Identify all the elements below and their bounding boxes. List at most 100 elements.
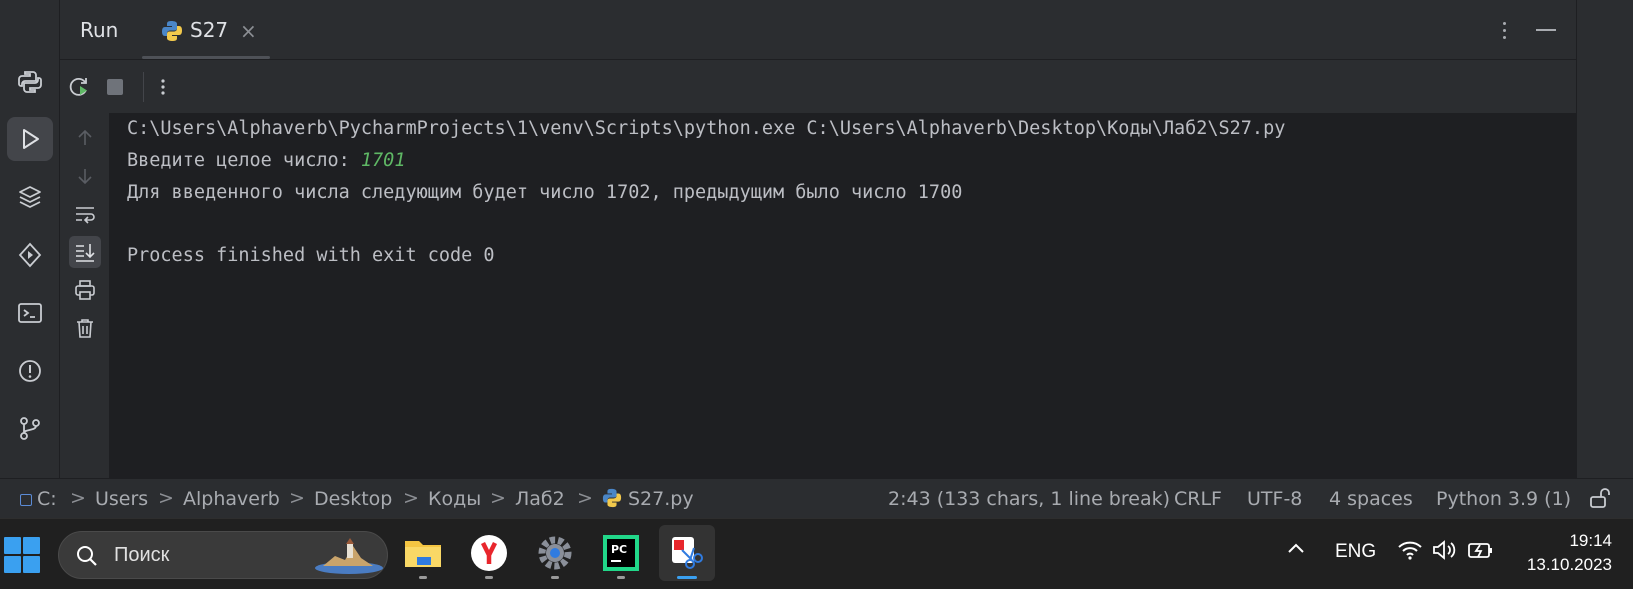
breadcrumb-alphaverb[interactable]: Alphaverb xyxy=(183,488,280,510)
windows-start-icon[interactable] xyxy=(4,537,40,573)
volume-icon[interactable] xyxy=(1432,539,1456,567)
taskbar-file-explorer[interactable] xyxy=(395,525,451,581)
clear-all-button[interactable] xyxy=(69,312,101,344)
run-tool-header: Run S27 × xyxy=(60,0,1576,60)
running-indicator xyxy=(551,576,559,579)
stop-icon xyxy=(107,79,123,95)
tab-label: S27 xyxy=(190,18,229,42)
running-indicator xyxy=(419,576,427,579)
tab-close-icon[interactable]: × xyxy=(240,19,257,43)
arrow-up-icon xyxy=(78,129,92,145)
python-file-icon xyxy=(602,488,622,508)
chevron-right-icon: > xyxy=(490,487,506,509)
show-hidden-icons-chevron-up-icon[interactable] xyxy=(1286,539,1306,565)
breadcrumb-file[interactable]: S27.py xyxy=(602,488,694,510)
line-separator[interactable]: CRLF xyxy=(1174,488,1222,510)
taskbar-pycharm[interactable]: PC xyxy=(593,525,649,581)
running-indicator xyxy=(677,576,697,579)
arrow-down-icon xyxy=(78,169,92,185)
scroll-down-button[interactable] xyxy=(69,160,101,192)
terminal-tool-button[interactable] xyxy=(7,291,53,335)
lock-icon[interactable] xyxy=(1589,487,1613,514)
trash-icon xyxy=(77,319,93,338)
breadcrumb-users[interactable]: Users xyxy=(95,488,148,510)
command-line: C:\Users\Alphaverb\PycharmProjects\1\ven… xyxy=(127,118,1286,139)
scroll-up-button[interactable] xyxy=(69,122,101,154)
breadcrumb-drive[interactable]: C: xyxy=(20,488,57,510)
search-icon xyxy=(77,546,97,566)
battery-charging-icon[interactable] xyxy=(1467,539,1495,567)
chevron-right-icon: > xyxy=(289,487,305,509)
input-prompt-line: Введите целое число: 1701 xyxy=(127,150,405,171)
breadcrumb-desktop[interactable]: Desktop xyxy=(314,488,392,510)
tool-window-strip xyxy=(0,0,60,478)
terminal-icon xyxy=(18,303,42,323)
chevron-right-icon: > xyxy=(70,487,86,509)
output-line: Для введенного числа следующим будет чис… xyxy=(127,182,963,203)
more-vertical-icon xyxy=(161,79,165,95)
services-tool-button[interactable] xyxy=(7,233,53,277)
breadcrumb-lab2[interactable]: Лаб2 xyxy=(515,488,565,510)
tab-underline xyxy=(142,56,270,59)
indent-setting[interactable]: 4 spaces xyxy=(1329,488,1413,510)
taskbar-yandex-browser[interactable] xyxy=(461,525,517,581)
right-tool-strip xyxy=(1576,0,1633,478)
running-indicator xyxy=(617,576,625,579)
printer-icon xyxy=(75,280,95,300)
taskbar-snipping-tool[interactable] xyxy=(659,525,715,581)
folder-icon xyxy=(405,541,441,567)
search-highlight-image xyxy=(315,538,383,574)
svg-text:PC: PC xyxy=(611,543,627,556)
exit-code-line: Process finished with exit code 0 xyxy=(127,245,495,266)
python-icon xyxy=(18,71,42,93)
running-indicator xyxy=(485,576,493,579)
clock-date: 13.10.2023 xyxy=(1526,555,1612,574)
git-tool-button[interactable] xyxy=(7,406,53,450)
services-icon xyxy=(18,242,42,268)
problems-icon xyxy=(19,360,41,382)
settings-gear-icon xyxy=(538,536,572,570)
toolbar-separator xyxy=(143,72,144,102)
rerun-icon xyxy=(69,77,87,96)
python-interpreter[interactable]: Python 3.9 (1) xyxy=(1436,488,1571,510)
file-encoding[interactable]: UTF-8 xyxy=(1247,488,1302,510)
more-options-icon[interactable] xyxy=(1494,16,1514,44)
tab-s27[interactable]: S27 × xyxy=(142,0,270,60)
python-packages-button[interactable] xyxy=(7,60,53,104)
taskbar-settings[interactable] xyxy=(527,525,583,581)
chevron-right-icon: > xyxy=(158,487,174,509)
rerun-button[interactable] xyxy=(64,72,94,102)
run-tool-button[interactable] xyxy=(7,117,53,161)
soft-wrap-button[interactable] xyxy=(69,198,101,230)
git-branch-icon xyxy=(20,417,40,440)
scroll-to-end-button[interactable] xyxy=(69,236,101,268)
scroll-to-end-icon xyxy=(76,244,95,262)
breadcrumb-kody[interactable]: Коды xyxy=(428,488,481,510)
print-button[interactable] xyxy=(69,274,101,306)
status-bar: C: > Users > Alphaverb > Desktop > Коды … xyxy=(0,478,1633,518)
console-output[interactable]: C:\Users\Alphaverb\PycharmProjects\1\ven… xyxy=(110,113,1576,478)
wifi-icon[interactable] xyxy=(1397,539,1423,567)
pycharm-icon: PC xyxy=(603,535,639,571)
layers-icon xyxy=(19,186,41,208)
user-input-value: 1701 xyxy=(360,150,406,171)
layers-tool-button[interactable] xyxy=(7,175,53,219)
stop-button[interactable] xyxy=(100,72,130,102)
console-gutter xyxy=(60,113,110,478)
problems-tool-button[interactable] xyxy=(7,349,53,393)
minimize-icon[interactable] xyxy=(1536,29,1556,31)
system-clock[interactable]: 19:14 13.10.2023 xyxy=(1512,529,1612,577)
run-icon xyxy=(23,129,39,149)
windows-taskbar: Поиск PC ENG 19:14 13.10.2023 xyxy=(0,518,1633,589)
taskbar-search[interactable]: Поиск xyxy=(58,531,388,579)
input-language[interactable]: ENG xyxy=(1335,541,1376,563)
yandex-browser-icon xyxy=(471,535,507,571)
snipping-tool-icon xyxy=(672,537,703,569)
input-prompt: Введите целое число: xyxy=(127,150,361,171)
chevron-right-icon: > xyxy=(403,487,419,509)
chevron-right-icon: > xyxy=(577,487,593,509)
toolbar-more-button[interactable] xyxy=(148,72,178,102)
python-file-icon xyxy=(162,21,182,41)
caret-position[interactable]: 2:43 (133 chars, 1 line break) xyxy=(888,488,1170,510)
drive-icon xyxy=(20,494,32,506)
